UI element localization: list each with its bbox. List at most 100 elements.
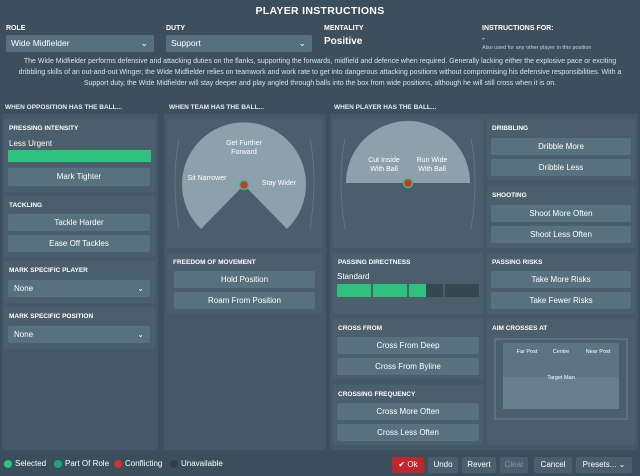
revert-button[interactable]: Revert — [462, 457, 496, 473]
chevron-down-icon: ⌄ — [298, 38, 306, 48]
section-team-header: WHEN TEAM HAS THE BALL... — [169, 104, 264, 111]
cancel-button[interactable]: Cancel — [534, 457, 572, 473]
shoot-more-often-button[interactable]: Shoot More Often — [491, 205, 631, 222]
dribbling-panel: DRIBBLING Dribble More Dribble Less — [487, 119, 635, 180]
tackling-panel: TACKLING Tackle Harder Ease Off Tackles — [4, 196, 155, 257]
cross-from-byline-button[interactable]: Cross From Byline — [337, 358, 479, 375]
get-further-forward-label[interactable]: Get Further Forward — [215, 139, 273, 157]
pressing-intensity-fill — [8, 150, 151, 162]
legend-selected-label: Selected — [15, 459, 47, 468]
dribble-less-button[interactable]: Dribble Less — [491, 159, 631, 176]
aim-crosses-panel: AIM CROSSES AT Far Post Centre Near Post… — [487, 319, 635, 445]
shoot-less-often-button[interactable]: Shoot Less Often — [491, 226, 631, 243]
cross-from-panel: CROSS FROM Cross From Deep Cross From By… — [333, 319, 483, 379]
passing-directness-segment[interactable] — [373, 284, 407, 297]
dribbling-title: DRIBBLING — [492, 125, 529, 132]
freedom-title: FREEDOM OF MOVEMENT — [173, 259, 256, 266]
mark-position-value: None — [14, 330, 34, 339]
player-position-marker — [238, 179, 250, 191]
duty-label: DUTY — [166, 25, 186, 32]
passing-directness-value: Standard — [337, 272, 370, 281]
centre-target[interactable]: Centre — [543, 349, 579, 355]
cross-from-deep-button[interactable]: Cross From Deep — [337, 337, 479, 354]
passing-risks-title: PASSING RISKS — [492, 259, 543, 266]
instructions-for-value: - — [482, 34, 485, 43]
chevron-down-icon: ⌄ — [140, 38, 148, 48]
pressing-intensity-panel: PRESSING INTENSITY Less Urgent Mark Tigh… — [4, 119, 155, 192]
selected-dot-icon — [4, 459, 12, 468]
mark-player-panel: MARK SPECIFIC PLAYER None ⌄ — [4, 261, 155, 303]
clear-button[interactable]: Clear — [500, 457, 528, 473]
legend-selected: Selected — [4, 459, 46, 469]
player-position-marker — [402, 177, 414, 189]
far-post-target[interactable]: Far Post — [509, 349, 545, 355]
stay-wider-label[interactable]: Stay Wider — [259, 179, 299, 188]
ok-button[interactable]: ✔ Ok — [392, 457, 424, 473]
mentality-value: Positive — [324, 36, 363, 47]
dribble-more-button[interactable]: Dribble More — [491, 138, 631, 155]
crossing-frequency-title: CROSSING FREQUENCY — [338, 391, 416, 398]
legend-part-of-role-label: Part Of Role — [65, 459, 110, 468]
role-description: The Wide Midfielder performs defensive a… — [18, 58, 622, 87]
passing-directness-bar[interactable] — [337, 284, 479, 297]
role-value: Wide Midfielder — [11, 38, 70, 48]
conflicting-dot-icon — [114, 459, 122, 468]
page-title: PLAYER INSTRUCTIONS — [0, 0, 640, 22]
role-select[interactable]: Wide Midfielder ⌄ — [6, 35, 154, 52]
roam-from-position-button[interactable]: Roam From Position — [174, 292, 315, 309]
ease-off-tackles-button[interactable]: Ease Off Tackles — [8, 235, 150, 252]
section-player-header: WHEN PLAYER HAS THE BALL... — [334, 104, 437, 111]
cross-less-often-button[interactable]: Cross Less Often — [337, 424, 479, 441]
duty-select[interactable]: Support ⌄ — [166, 35, 312, 52]
presets-label: Presets... — [582, 460, 617, 469]
passing-directness-segment-fill — [337, 284, 371, 297]
run-wide-label[interactable]: Run Wide With Ball — [411, 156, 453, 174]
shooting-panel: SHOOTING Shoot More Often Shoot Less Oft… — [487, 186, 635, 248]
part-of-role-dot-icon — [54, 459, 62, 468]
near-post-target[interactable]: Near Post — [579, 349, 617, 355]
cut-inside-label[interactable]: Cut Inside With Ball — [363, 156, 405, 174]
legend-unavailable-label: Unavailable — [181, 459, 223, 468]
undo-button[interactable]: Undo — [428, 457, 458, 473]
target-man-target[interactable]: Target Man — [527, 375, 595, 381]
mark-player-value: None — [14, 284, 34, 293]
pressing-intensity-title: PRESSING INTENSITY — [9, 125, 79, 132]
hold-position-button[interactable]: Hold Position — [174, 271, 315, 288]
mark-player-select[interactable]: None ⌄ — [8, 280, 150, 297]
take-fewer-risks-button[interactable]: Take Fewer Risks — [491, 292, 631, 309]
passing-directness-segment-fill — [409, 284, 426, 297]
instructions-for-note: Also used for any other player in this p… — [482, 45, 592, 51]
cross-from-title: CROSS FROM — [338, 325, 383, 332]
mark-position-title: MARK SPECIFIC POSITION — [9, 313, 94, 320]
instructions-for-label: INSTRUCTIONS FOR: — [482, 25, 554, 32]
take-more-risks-button[interactable]: Take More Risks — [491, 271, 631, 288]
chevron-down-icon: ⌄ — [137, 330, 144, 339]
tackling-title: TACKLING — [9, 202, 43, 209]
section-opposition-header: WHEN OPPOSITION HAS THE BALL... — [5, 104, 123, 111]
presets-button[interactable]: Presets... ⌄ — [576, 457, 632, 473]
passing-directness-segment[interactable] — [337, 284, 371, 297]
passing-directness-panel: PASSING DIRECTNESS Standard — [333, 253, 483, 314]
mark-position-select[interactable]: None ⌄ — [8, 326, 150, 343]
legend-conflicting-label: Conflicting — [125, 459, 163, 468]
chevron-down-icon: ⌄ — [137, 284, 144, 293]
player-pitch-diagram[interactable] — [333, 119, 483, 248]
chevron-down-icon: ⌄ — [618, 460, 626, 469]
pressing-intensity-bar[interactable] — [8, 150, 151, 162]
shooting-title: SHOOTING — [492, 192, 527, 199]
legend-conflicting: Conflicting — [114, 459, 162, 469]
aim-crosses-title: AIM CROSSES AT — [492, 325, 548, 332]
role-label: ROLE — [6, 25, 26, 32]
passing-directness-title: PASSING DIRECTNESS — [338, 259, 411, 266]
ok-label: Ok — [407, 460, 418, 469]
cross-more-often-button[interactable]: Cross More Often — [337, 403, 479, 420]
pressing-intensity-value: Less Urgent — [9, 139, 53, 148]
sit-narrower-label[interactable]: Sit Narrower — [187, 174, 227, 183]
passing-directness-segment[interactable] — [445, 284, 479, 297]
mark-tighter-button[interactable]: Mark Tighter — [8, 168, 150, 186]
player-movement-panel: Cut Inside With Ball Run Wide With Ball — [333, 119, 483, 248]
mark-position-panel: MARK SPECIFIC POSITION None ⌄ — [4, 307, 155, 349]
tackle-harder-button[interactable]: Tackle Harder — [8, 214, 150, 231]
passing-directness-segment[interactable] — [409, 284, 443, 297]
unavailable-dot-icon — [170, 459, 178, 468]
